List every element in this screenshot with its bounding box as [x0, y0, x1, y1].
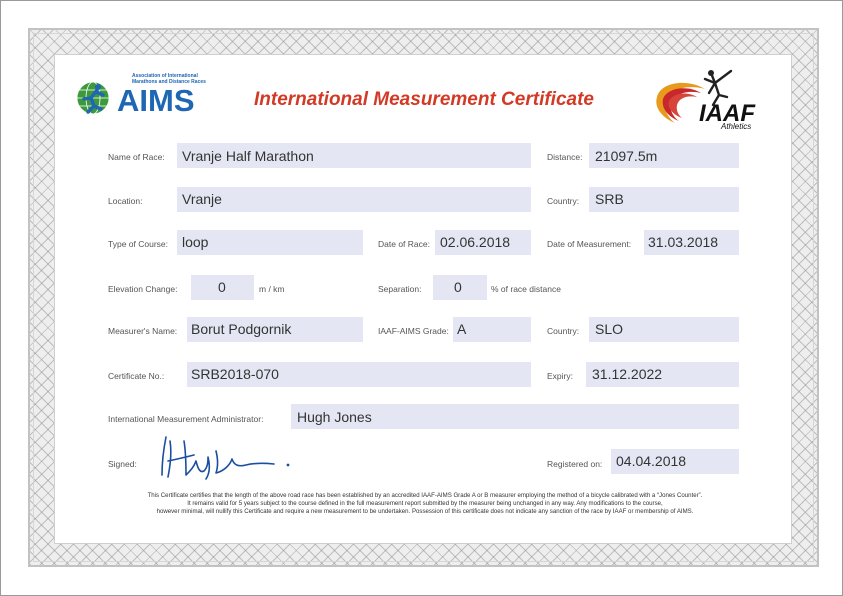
distance-value: 21097.5m — [595, 148, 658, 164]
location-label: Location: — [108, 196, 143, 206]
country-2-value: SLO — [595, 321, 624, 337]
expiry-value: 31.12.2022 — [592, 366, 663, 382]
date-of-race-value: 02.06.2018 — [440, 234, 511, 250]
registered-on-label: Registered on: — [547, 459, 603, 469]
distance-label: Distance: — [547, 152, 583, 162]
location-field — [177, 187, 531, 212]
iaaf-logo-icon: IAAF Athletics — [656, 69, 756, 131]
separation-label: Separation: — [378, 284, 422, 294]
type-of-course-label: Type of Course: — [108, 239, 169, 249]
aims-wordmark: AIMS — [117, 83, 195, 118]
separation-value: 0 — [454, 279, 462, 295]
grade-value: A — [457, 321, 467, 337]
registered-on-value: 04.04.2018 — [616, 453, 687, 469]
separation-unit-label: % of race distance — [491, 284, 561, 294]
administrator-value: Hugh Jones — [297, 409, 372, 425]
date-of-measurement-value: 31.03.2018 — [648, 234, 719, 250]
country-label: Country: — [547, 196, 580, 206]
fine-print-line-2: It remains valid for 5 years subject to … — [187, 500, 663, 507]
location-value: Vranje — [182, 191, 222, 207]
elevation-change-value: 0 — [218, 279, 226, 295]
expiry-label: Expiry: — [547, 371, 573, 381]
certificate-title: International Measurement Certificate — [254, 89, 594, 110]
country-value: SRB — [595, 191, 624, 207]
certificate-page: Association of International Marathons a… — [0, 0, 843, 596]
type-of-course-value: loop — [182, 234, 209, 250]
name-of-race-label: Name of Race: — [108, 152, 165, 162]
aims-globe-logo-icon — [76, 81, 110, 115]
administrator-label: International Measurement Administrator: — [108, 414, 264, 424]
country-2-label: Country: — [547, 326, 580, 336]
signed-label: Signed: — [108, 459, 137, 469]
iaaf-athletics-label: Athletics — [720, 122, 751, 131]
date-of-measurement-label: Date of Measurement: — [547, 239, 632, 249]
certificate-no-label: Certificate No.: — [108, 371, 165, 381]
elevation-unit-label: m / km — [259, 284, 285, 294]
fine-print-line-3: however minimal, will nullify this Certi… — [156, 508, 694, 515]
date-of-race-label: Date of Race: — [378, 239, 430, 249]
elevation-change-label: Elevation Change: — [108, 284, 178, 294]
fine-print: This Certificate certifies that the leng… — [101, 492, 749, 516]
fine-print-line-1: This Certificate certifies that the leng… — [147, 492, 703, 499]
certificate-no-value: SRB2018-070 — [191, 366, 279, 382]
measurer-name-label: Measurer's Name: — [108, 326, 178, 336]
signature-image — [161, 436, 290, 480]
grade-label: IAAF-AIMS Grade: — [378, 326, 449, 336]
measurer-name-value: Borut Podgornik — [191, 321, 292, 337]
name-of-race-value: Vranje Half Marathon — [182, 148, 314, 164]
